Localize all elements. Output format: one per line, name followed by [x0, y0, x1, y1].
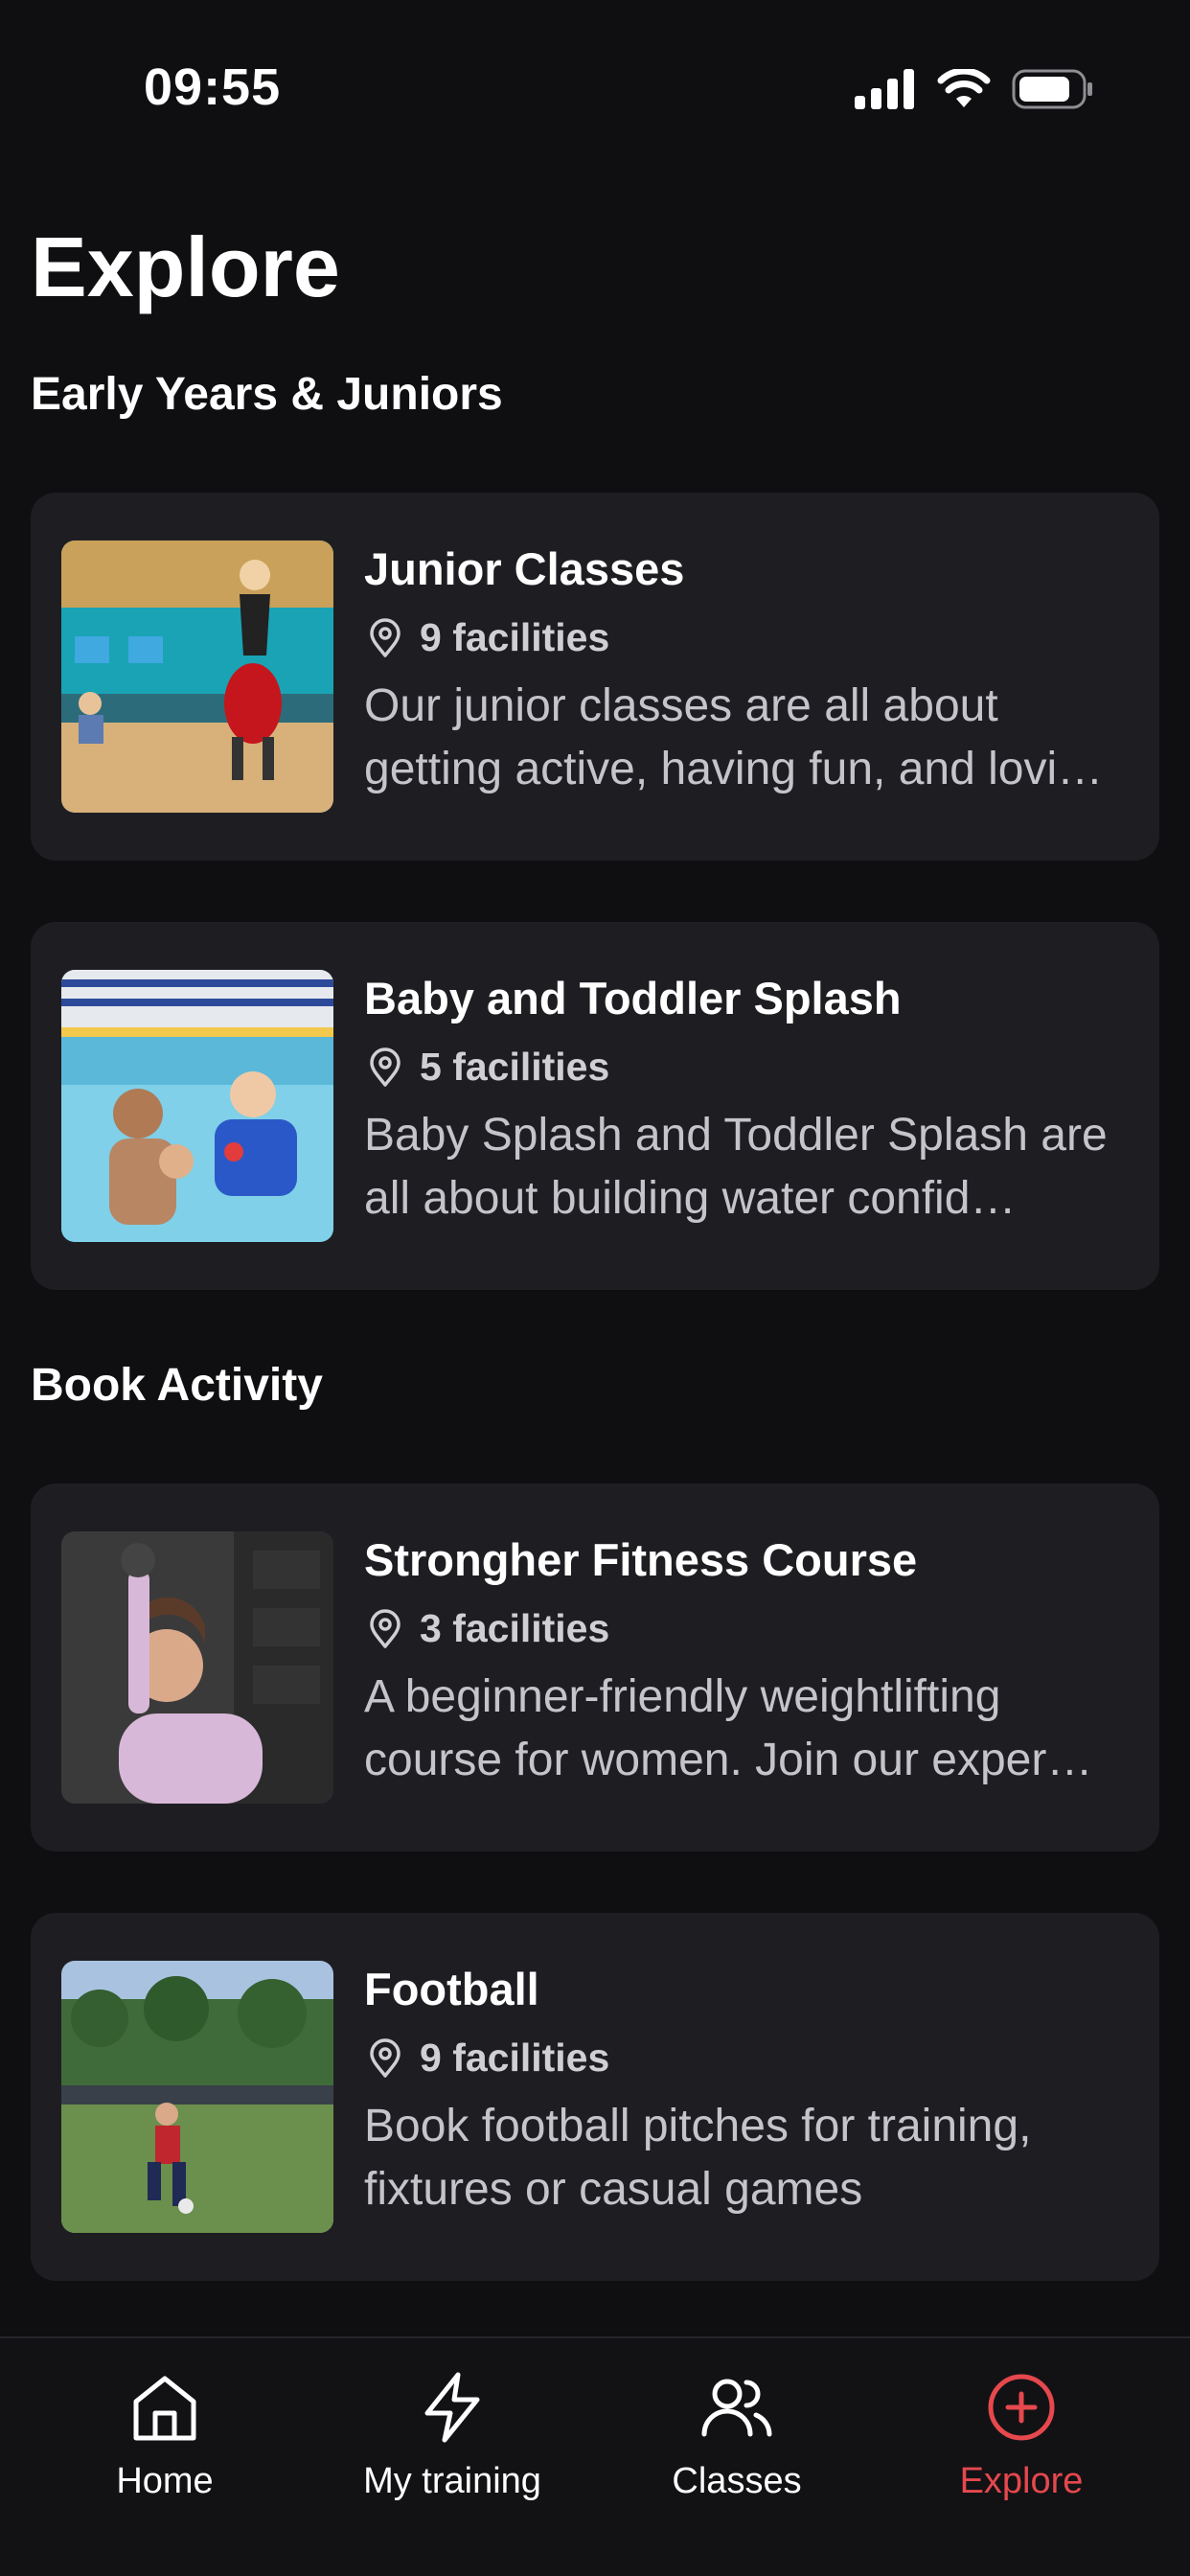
location-pin-icon — [370, 1608, 400, 1648]
card-title: Baby and Toddler Splash — [364, 973, 902, 1024]
card-description: Book football pitches for training, fixt… — [364, 2101, 1032, 2215]
section-title-early-years: Early Years & Juniors — [31, 369, 503, 420]
tab-label: Explore — [959, 2461, 1084, 2501]
activity-card-junior-classes[interactable]: Junior Classes 9 facilities Our junior c… — [31, 493, 1159, 861]
activity-card-strongher-fitness[interactable]: Strongher Fitness Course 3 facilities A … — [31, 1484, 1159, 1852]
facility-count: 9 facilities — [364, 615, 609, 660]
tab-label: My training — [363, 2461, 541, 2501]
facility-count: 5 facilities — [364, 1045, 609, 1090]
tab-my-training[interactable]: My training — [309, 2367, 596, 2502]
wifi-icon — [937, 69, 991, 107]
card-title: Football — [364, 1964, 539, 2014]
baby-splash-thumbnail — [61, 970, 333, 1242]
tab-classes[interactable]: Classes — [593, 2367, 881, 2502]
facility-count-text: 3 facilities — [420, 1606, 610, 1650]
card-description: Baby Splash and Toddler Splash are all a… — [364, 1110, 1108, 1224]
location-pin-icon — [370, 2037, 400, 2078]
lightning-icon — [424, 2372, 480, 2443]
location-pin-icon — [370, 1046, 400, 1087]
bottom-tab-bar: Home My training Classes Explore — [0, 2336, 1190, 2576]
status-icons — [855, 65, 1094, 113]
facility-count-text: 5 facilities — [420, 1045, 610, 1089]
facility-count: 9 facilities — [364, 2036, 609, 2081]
home-icon — [133, 2376, 196, 2441]
card-title: Strongher Fitness Course — [364, 1534, 918, 1585]
card-title: Junior Classes — [364, 543, 685, 594]
plus-circle-icon — [988, 2374, 1055, 2441]
facility-count: 3 facilities — [364, 1606, 609, 1651]
strongher-fitness-thumbnail — [61, 1531, 333, 1804]
users-icon — [701, 2379, 772, 2437]
tab-home[interactable]: Home — [21, 2367, 309, 2502]
tab-label: Home — [116, 2461, 214, 2501]
status-bar: 09:55 — [0, 0, 1190, 172]
facility-count-text: 9 facilities — [420, 2036, 610, 2080]
card-description: Our junior classes are all about getting… — [364, 680, 1104, 794]
page-title: Explore — [31, 219, 340, 314]
section-title-book-activity: Book Activity — [31, 1360, 323, 1411]
explore-screen: 09:55 Explore Early Years & Juniors Juni… — [0, 0, 1190, 2576]
junior-classes-thumbnail — [61, 540, 333, 813]
battery-icon — [1012, 69, 1092, 109]
activity-card-football[interactable]: Football 9 facilities Book football pitc… — [31, 1913, 1159, 2281]
cellular-signal-icon — [855, 69, 914, 109]
location-pin-icon — [370, 617, 400, 657]
activity-card-baby-toddler-splash[interactable]: Baby and Toddler Splash 5 facilities Bab… — [31, 922, 1159, 1290]
status-time: 09:55 — [144, 58, 282, 116]
tab-label: Classes — [672, 2461, 802, 2501]
football-thumbnail — [61, 1961, 333, 2233]
facility-count-text: 9 facilities — [420, 615, 610, 659]
tab-explore[interactable]: Explore — [878, 2367, 1165, 2502]
card-description: A beginner-friendly weightlifting course… — [364, 1671, 1093, 1785]
